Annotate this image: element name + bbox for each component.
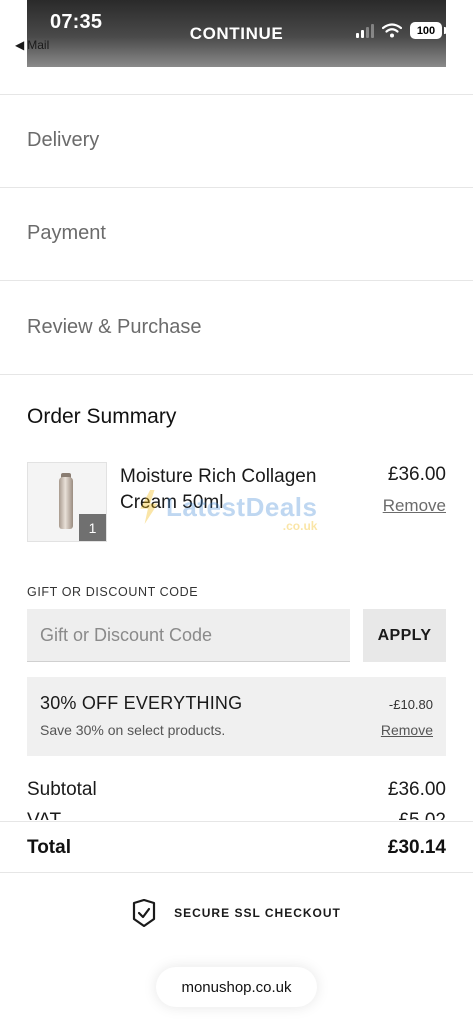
- vat-value: £5.02: [398, 810, 446, 820]
- subtotal-value: £36.00: [387, 779, 446, 800]
- watermark-logo: LatestDeals .co.uk: [138, 490, 318, 533]
- apply-code-button[interactable]: APPLY: [363, 609, 446, 662]
- total-label: Total: [27, 837, 71, 858]
- back-arrow-icon: ◀: [15, 38, 25, 52]
- divider: [0, 872, 473, 873]
- wifi-icon: [382, 23, 402, 38]
- remove-promo-link[interactable]: Remove: [381, 722, 433, 738]
- step-delivery[interactable]: Delivery: [27, 129, 99, 152]
- order-summary-title: Order Summary: [27, 405, 177, 428]
- status-icons: 100: [356, 22, 446, 39]
- total-value: £30.14: [387, 837, 446, 858]
- divider: [0, 821, 473, 822]
- divider: [0, 280, 473, 281]
- secure-checkout-text: SECURE SSL CHECKOUT: [174, 906, 341, 920]
- applied-promo: 30% OFF EVERYTHING Save 30% on select pr…: [27, 677, 446, 756]
- watermark-text: LatestDeals: [166, 491, 318, 522]
- product-price: £36.00: [387, 464, 446, 485]
- subtotal-label: Subtotal: [27, 779, 97, 800]
- secure-checkout-notice: SECURE SSL CHECKOUT: [0, 899, 473, 927]
- discount-code-label: GIFT OR DISCOUNT CODE: [27, 585, 199, 599]
- address-bar[interactable]: monushop.co.uk: [156, 967, 317, 1007]
- product-image[interactable]: 1: [27, 462, 107, 542]
- step-review-purchase[interactable]: Review & Purchase: [27, 316, 202, 339]
- promo-amount: -£10.80: [388, 697, 433, 712]
- divider: [0, 187, 473, 188]
- promo-title: 30% OFF EVERYTHING: [40, 693, 243, 713]
- cellular-signal-icon: [356, 23, 374, 38]
- watermark-subtext: .co.uk: [282, 519, 318, 533]
- status-bar: 07:35 ◀ Mail CONTINUE 100: [15, 0, 446, 67]
- shield-check-icon: [132, 899, 156, 927]
- vat-row: VAT £5.02: [0, 808, 473, 820]
- lightning-bolt-icon: [140, 490, 158, 524]
- divider: [0, 94, 473, 95]
- product-bottle: [59, 477, 73, 529]
- promo-description: Save 30% on select products.: [40, 722, 226, 738]
- quantity-badge: 1: [79, 514, 106, 541]
- divider: [0, 374, 473, 375]
- step-payment[interactable]: Payment: [27, 222, 106, 245]
- vat-label: VAT: [27, 810, 61, 820]
- discount-code-input[interactable]: [27, 609, 350, 662]
- remove-product-link[interactable]: Remove: [383, 496, 446, 516]
- battery-icon: 100: [410, 22, 446, 39]
